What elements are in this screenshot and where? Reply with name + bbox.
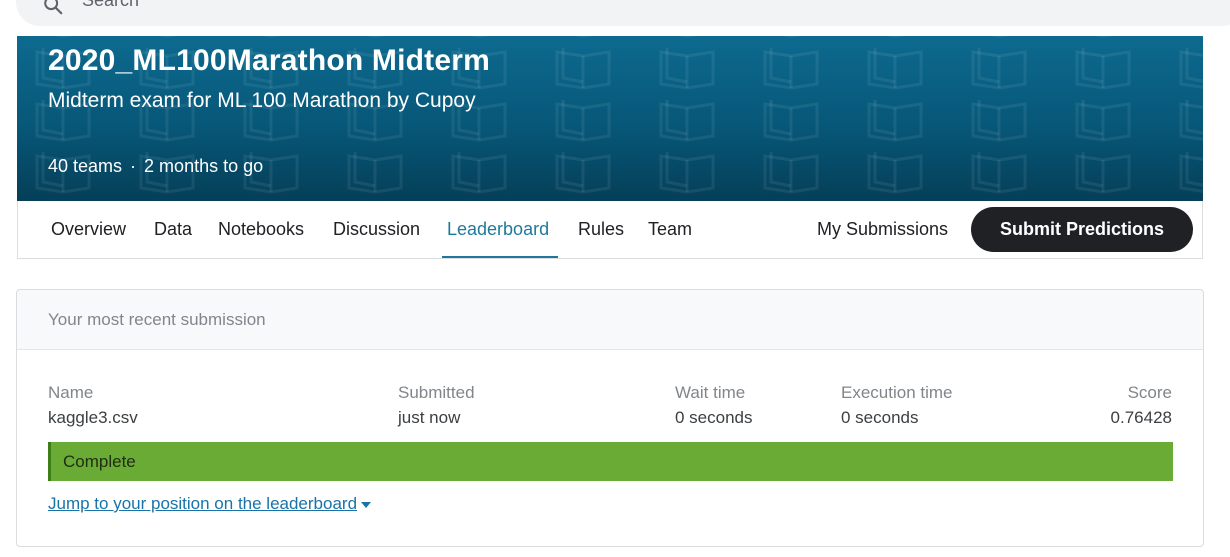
submitted-value: just now (398, 408, 461, 427)
execution-time-column-label: Execution time (841, 383, 953, 402)
tab-leaderboard[interactable]: Leaderboard (447, 219, 549, 240)
competition-meta: 40 teams · 2 months to go (48, 156, 263, 177)
tab-data[interactable]: Data (154, 219, 192, 240)
competition-tabs: Overview Data Notebooks Discussion Leade… (17, 201, 1203, 259)
card-header-title: Your most recent submission (48, 310, 266, 329)
tab-overview[interactable]: Overview (51, 219, 126, 240)
submission-file-name: kaggle3.csv (48, 408, 138, 427)
deadline-text: 2 months to go (144, 156, 264, 176)
tab-rules[interactable]: Rules (578, 219, 624, 240)
score-column-label: Score (1127, 383, 1172, 402)
status-bar: Complete (48, 442, 1173, 481)
card-header: Your most recent submission (17, 290, 1203, 350)
competition-title: 2020_ML100Marathon Midterm (48, 44, 491, 77)
tab-team[interactable]: Team (648, 219, 692, 240)
meta-separator: · (130, 156, 137, 176)
search-placeholder: Search (82, 0, 140, 10)
competition-subtitle: Midterm exam for ML 100 Marathon by Cupo… (48, 89, 476, 112)
wait-time-column-label: Wait time (675, 383, 746, 402)
search-icon (44, 0, 63, 15)
submitted-column-label: Submitted (398, 383, 475, 402)
search-bar[interactable]: Search (16, 0, 1230, 26)
status-text: Complete (63, 452, 136, 471)
jump-to-leaderboard-link[interactable]: Jump to your position on the leaderboard (48, 494, 372, 514)
tab-discussion[interactable]: Discussion (333, 219, 420, 240)
name-column-label: Name (48, 383, 94, 402)
tab-notebooks[interactable]: Notebooks (218, 219, 304, 240)
teams-count: 40 teams (48, 156, 123, 176)
wait-time-value: 0 seconds (675, 408, 753, 427)
my-submissions-link[interactable]: My Submissions (817, 219, 948, 240)
recent-submission-card: Your most recent submission Name kaggle3… (16, 289, 1204, 547)
caret-down-icon (361, 501, 372, 508)
submit-predictions-button[interactable]: Submit Predictions (971, 207, 1193, 252)
execution-time-value: 0 seconds (841, 408, 919, 427)
score-value: 0.76428 (1110, 408, 1172, 427)
jump-link-label: Jump to your position on the leaderboard (48, 494, 358, 513)
competition-banner: 2020_ML100Marathon Midterm Midterm exam … (17, 36, 1203, 201)
active-tab-indicator (442, 256, 558, 258)
